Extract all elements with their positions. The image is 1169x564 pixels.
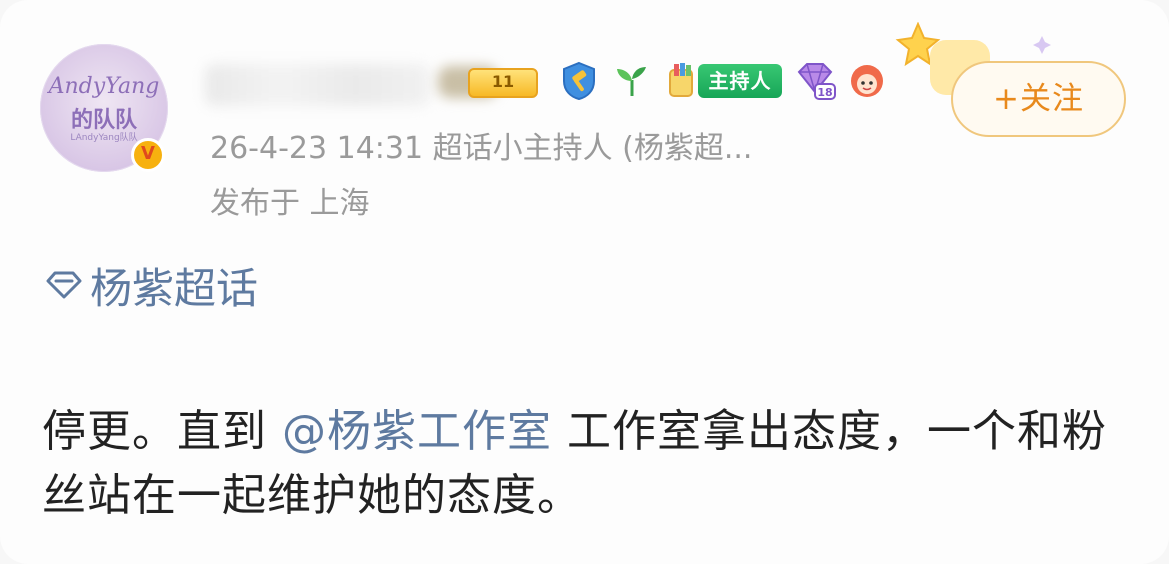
gem-18-icon: 18 xyxy=(797,63,836,100)
username-blurred[interactable] xyxy=(205,64,430,106)
diamond-topic-icon xyxy=(46,271,82,299)
level-badge: 11 xyxy=(438,62,548,100)
sprout-icon xyxy=(617,67,646,96)
topic-label: 杨紫超话 xyxy=(90,263,259,313)
level-badge-number: 11 xyxy=(468,68,538,98)
topic-link[interactable]: 杨紫超话 xyxy=(44,260,258,313)
avatar-text-name: AndyYang xyxy=(48,74,160,99)
follow-button[interactable]: +关注 xyxy=(951,61,1126,137)
host-badge: 主持人 xyxy=(698,64,782,98)
post-meta-time-source: 26-4-23 14:31 超话小主持人 (杨紫超... xyxy=(210,131,753,166)
post-meta-location: 发布于 上海 xyxy=(210,186,370,221)
content-text-start: 停更。直到 xyxy=(42,406,267,457)
weibo-post-card: AndyYang 的队队 LAndyYang队队 V 11 主持人 18 +关注… xyxy=(0,0,1169,564)
mention-link[interactable]: @杨紫工作室 xyxy=(282,406,552,457)
verified-badge: V xyxy=(131,138,165,172)
svg-text:18: 18 xyxy=(817,86,832,99)
avatar-face-icon xyxy=(851,65,883,97)
shield-hammer-icon[interactable] xyxy=(560,61,598,101)
post-content: 停更。直到 @杨紫工作室 工作室拿出态度，一个和粉丝站在一起维护她的态度。 xyxy=(42,400,1142,528)
